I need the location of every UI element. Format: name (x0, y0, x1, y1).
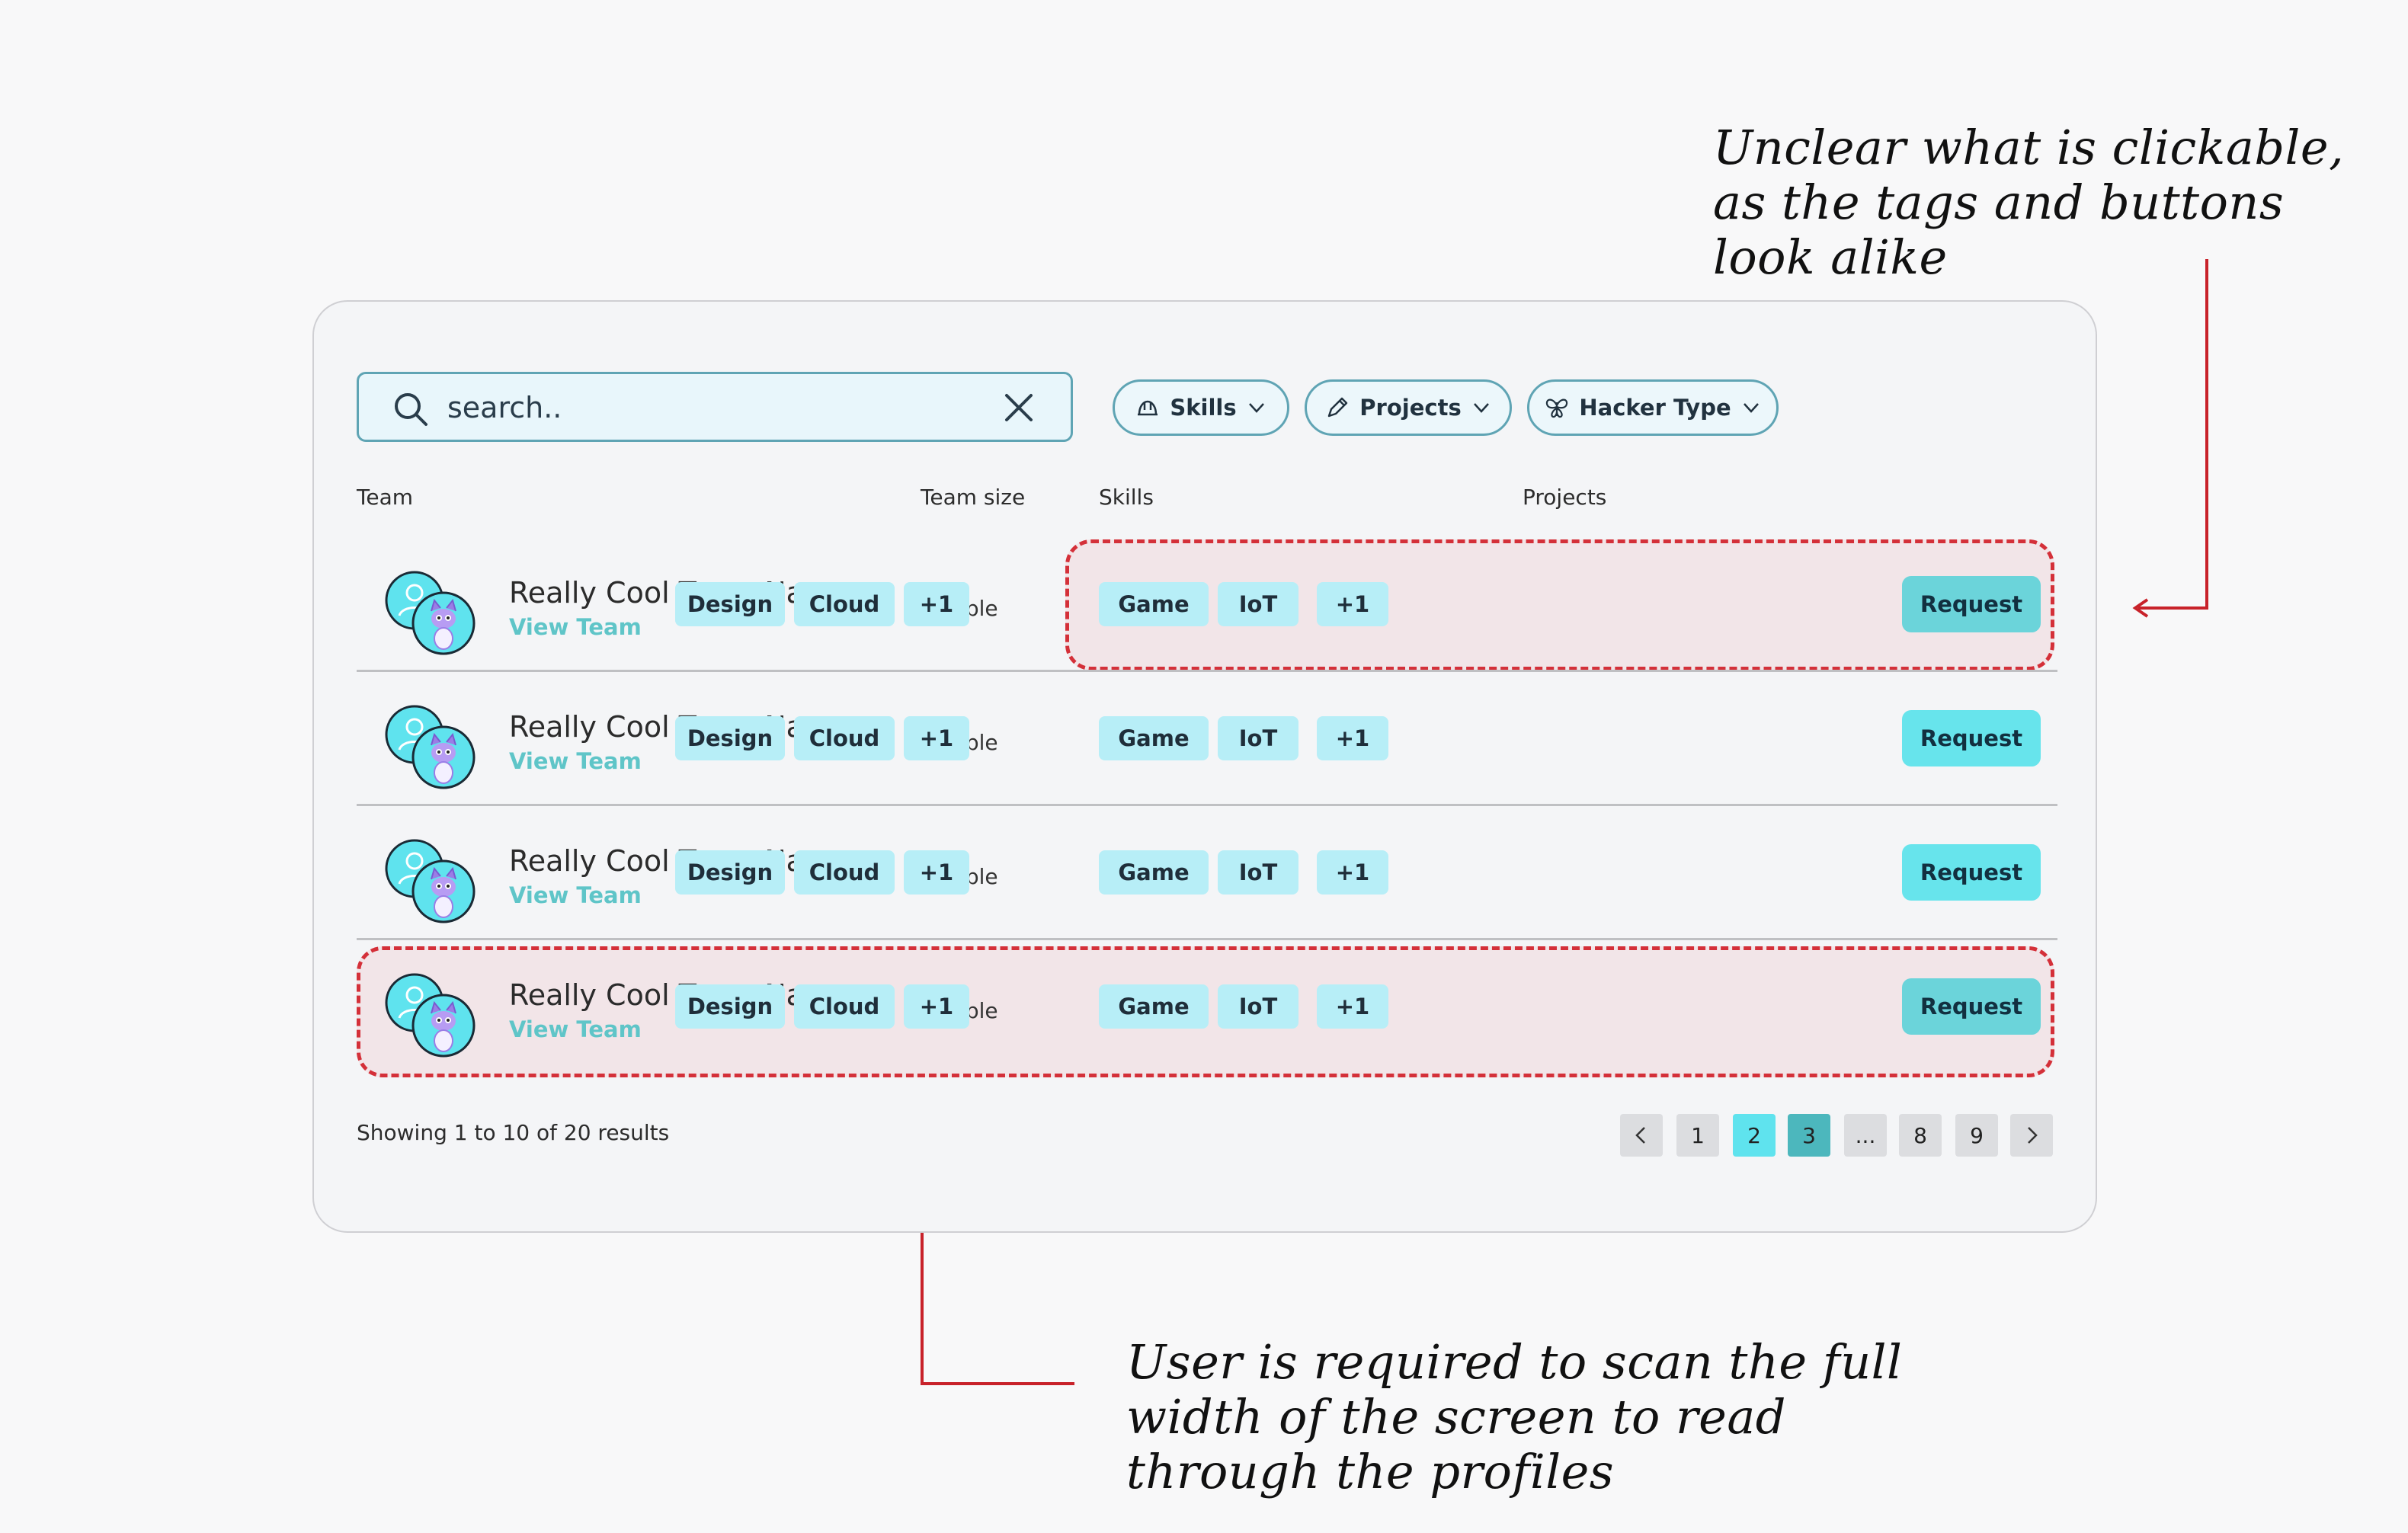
search-input[interactable]: search.. (357, 372, 1073, 442)
chevron-down-icon (1248, 403, 1264, 413)
skill-tag: +1 (904, 850, 969, 895)
teams-panel: search.. Skills Projects Hacker Type Tea… (312, 300, 2097, 1233)
column-header-projects: Projects (1523, 485, 1607, 510)
skill-tag: Design (675, 850, 785, 895)
skill-tag: Cloud (794, 984, 895, 1029)
filter-projects-label: Projects (1359, 395, 1462, 421)
team-avatar-icon (384, 837, 479, 925)
project-tag: IoT (1218, 984, 1298, 1029)
project-tag: IoT (1218, 716, 1298, 760)
search-icon (395, 393, 427, 426)
table-row: Really Cool Team NameView Team2 peopleDe… (357, 806, 2057, 940)
table-row: Really Cool Team NameView Team2 peopleDe… (357, 672, 2057, 806)
project-tag: Game (1099, 582, 1209, 626)
pagination-page-3[interactable]: 3 (1788, 1114, 1830, 1157)
pagination-next-button[interactable] (2010, 1114, 2053, 1157)
view-team-link[interactable]: View Team (509, 882, 642, 908)
chevron-left-icon (1635, 1127, 1645, 1144)
table-row: Really Cool Team NameView Team3 peopleDe… (357, 538, 2057, 672)
project-tag: +1 (1317, 850, 1388, 895)
filter-hacker-type-button[interactable]: Hacker Type (1527, 379, 1779, 436)
filter-skills-button[interactable]: Skills (1113, 379, 1289, 436)
skill-tag: Design (675, 582, 785, 626)
project-tag: IoT (1218, 582, 1298, 626)
skill-tag: +1 (904, 582, 969, 626)
filter-projects-button[interactable]: Projects (1305, 379, 1512, 436)
skill-tag: Design (675, 984, 785, 1029)
pencil-icon (1328, 397, 1348, 418)
column-header-team: Team (357, 485, 414, 510)
column-header-team-size: Team size (921, 485, 1026, 510)
project-tag: +1 (1317, 582, 1388, 626)
view-team-link[interactable]: View Team (509, 748, 642, 774)
chevron-down-icon (1743, 403, 1759, 413)
annotation-clickability: Unclear what is clickable, as the tags a… (1713, 120, 2345, 285)
team-avatar-icon (384, 702, 479, 791)
helmet-icon (1138, 400, 1158, 416)
pagination-ellipsis: ... (1844, 1114, 1887, 1157)
request-button[interactable]: Request (1902, 710, 2041, 766)
butterfly-icon (1546, 398, 1568, 418)
project-tag: Game (1099, 850, 1209, 895)
chevron-right-icon (2028, 1127, 2038, 1144)
view-team-link[interactable]: View Team (509, 1016, 642, 1042)
close-icon[interactable] (1004, 392, 1034, 423)
results-summary: Showing 1 to 10 of 20 results (357, 1120, 670, 1145)
request-button[interactable]: Request (1902, 844, 2041, 901)
pagination-page-8[interactable]: 8 (1899, 1114, 1942, 1157)
column-header-skills: Skills (1099, 485, 1154, 510)
project-tag: Game (1099, 716, 1209, 760)
team-avatar-icon (384, 568, 479, 657)
team-avatar-icon (384, 971, 479, 1059)
search-value: search.. (447, 391, 562, 424)
skill-tag: +1 (904, 716, 969, 760)
table-row: Really Cool Team NameView Team3 peopleDe… (357, 940, 2057, 1074)
skill-tag: Cloud (794, 582, 895, 626)
pagination-page-9[interactable]: 9 (1955, 1114, 1998, 1157)
request-button[interactable]: Request (1902, 978, 2041, 1035)
pagination-prev-button[interactable] (1620, 1114, 1663, 1157)
project-tag: +1 (1317, 716, 1388, 760)
skill-tag: +1 (904, 984, 969, 1029)
skill-tag: Cloud (794, 850, 895, 895)
pagination-page-2[interactable]: 2 (1733, 1114, 1776, 1157)
filter-skills-label: Skills (1170, 395, 1237, 421)
skill-tag: Cloud (794, 716, 895, 760)
view-team-link[interactable]: View Team (509, 614, 642, 640)
project-tag: IoT (1218, 850, 1298, 895)
request-button[interactable]: Request (1902, 576, 2041, 632)
pagination-page-1[interactable]: 1 (1676, 1114, 1719, 1157)
chevron-down-icon (1473, 403, 1489, 413)
annotation-scan-width: User is required to scan the full width … (1126, 1334, 1903, 1499)
project-tag: Game (1099, 984, 1209, 1029)
filter-hacker-type-label: Hacker Type (1579, 395, 1731, 421)
project-tag: +1 (1317, 984, 1388, 1029)
skill-tag: Design (675, 716, 785, 760)
